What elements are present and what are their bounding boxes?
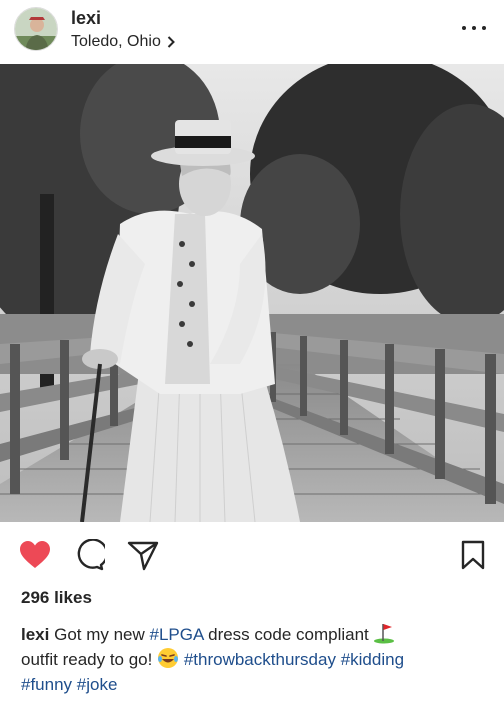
location-link[interactable]: Toledo, Ohio (71, 33, 175, 51)
caption-text-1: Got my new (54, 625, 150, 644)
comment-icon[interactable] (72, 538, 106, 572)
caption-username[interactable]: lexi (21, 625, 49, 644)
heart-icon[interactable] (18, 538, 52, 572)
hashtag-funny[interactable]: #funny (21, 675, 72, 694)
golf-flag-emoji (374, 624, 395, 644)
caption: lexi Got my new #LPGA dress code complia… (21, 622, 491, 697)
post-header: lexi Toledo, Ohio (0, 0, 504, 64)
hashtag-joke[interactable]: #joke (77, 675, 118, 694)
hashtag-kidding[interactable]: #kidding (341, 650, 404, 669)
post-photo[interactable] (0, 64, 504, 522)
avatar[interactable] (14, 7, 58, 51)
photo-image (0, 64, 504, 522)
more-options-icon[interactable] (462, 20, 486, 36)
username[interactable]: lexi (71, 8, 101, 29)
hashtag-throwbackthursday[interactable]: #throwbackthursday (184, 650, 336, 669)
location-label: Toledo, Ohio (71, 33, 161, 50)
caption-text-2: dress code compliant (203, 625, 374, 644)
bookmark-icon[interactable] (456, 538, 490, 572)
hashtag-lpga[interactable]: #LPGA (150, 625, 204, 644)
laughing-tears-emoji (158, 648, 179, 668)
action-bar (0, 522, 504, 588)
chevron-right-icon (167, 36, 175, 48)
paper-plane-icon[interactable] (126, 538, 160, 572)
likes-count[interactable]: 296 likes (21, 588, 92, 608)
avatar-image (15, 8, 57, 50)
caption-text-3: outfit ready to go! (21, 650, 158, 669)
